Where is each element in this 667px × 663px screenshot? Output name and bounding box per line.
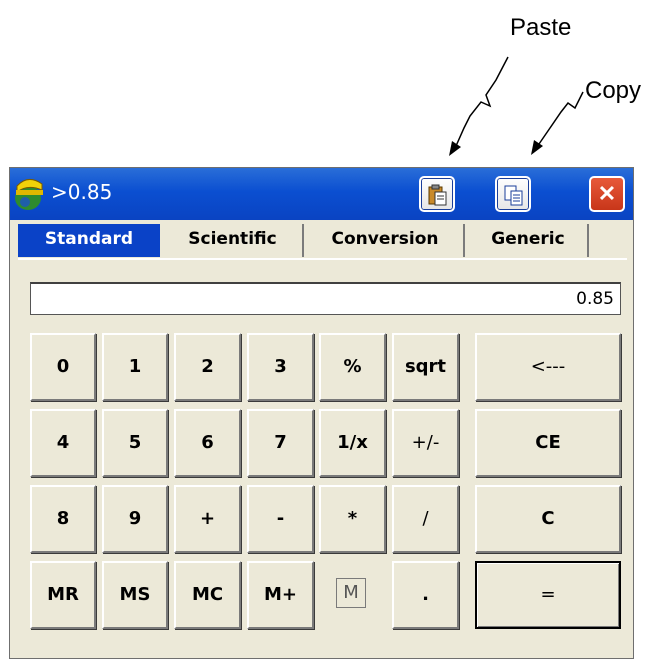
key-equals[interactable]: = [475, 561, 621, 629]
window-title: >0.85 [51, 180, 113, 204]
result-display[interactable]: 0.85 [30, 282, 621, 315]
tab-standard[interactable]: Standard [18, 224, 160, 257]
calculator-window: >0.85 ✕ Standard Scientific Conversion G… [9, 167, 634, 659]
key-memory-clear[interactable]: MC [174, 561, 241, 629]
key-divide[interactable]: / [392, 485, 459, 553]
key-8[interactable]: 8 [30, 485, 96, 553]
key-subtract[interactable]: - [247, 485, 314, 553]
key-memory-store[interactable]: MS [102, 561, 168, 629]
key-add[interactable]: + [174, 485, 241, 553]
key-clear-entry[interactable]: CE [475, 409, 621, 477]
paste-arrow-head [449, 141, 461, 156]
tab-conversion[interactable]: Conversion [307, 224, 465, 257]
paste-icon [428, 184, 447, 206]
key-clear[interactable]: C [475, 485, 621, 553]
paste-button[interactable] [419, 176, 455, 212]
copy-button[interactable] [495, 176, 531, 212]
key-1[interactable]: 1 [102, 333, 168, 401]
key-2[interactable]: 2 [174, 333, 241, 401]
key-percent[interactable]: % [319, 333, 386, 401]
key-6[interactable]: 6 [174, 409, 241, 477]
key-3[interactable]: 3 [247, 333, 314, 401]
title-bar[interactable]: >0.85 ✕ [10, 168, 633, 220]
key-7[interactable]: 7 [247, 409, 314, 477]
copy-icon [504, 185, 523, 206]
tab-generic[interactable]: Generic [469, 224, 589, 257]
key-backspace[interactable]: <--- [475, 333, 621, 401]
key-memory-add[interactable]: M+ [247, 561, 314, 629]
key-reciprocal[interactable]: 1/x [319, 409, 386, 477]
tab-divider [18, 258, 627, 260]
callout-arrows [449, 56, 584, 156]
key-9[interactable]: 9 [102, 485, 168, 553]
surveyor-helmet-icon [15, 179, 43, 210]
key-decimal[interactable]: . [392, 561, 459, 629]
key-4[interactable]: 4 [30, 409, 96, 477]
close-icon: ✕ [597, 181, 617, 206]
copy-arrow-head [531, 140, 543, 155]
memory-indicator: M [336, 578, 366, 608]
key-0[interactable]: 0 [30, 333, 96, 401]
key-5[interactable]: 5 [102, 409, 168, 477]
key-multiply[interactable]: * [319, 485, 386, 553]
key-negate[interactable]: +/- [392, 409, 459, 477]
tab-scientific[interactable]: Scientific [163, 224, 304, 257]
key-sqrt[interactable]: sqrt [392, 333, 459, 401]
close-button[interactable]: ✕ [589, 176, 625, 212]
key-memory-recall[interactable]: MR [30, 561, 96, 629]
